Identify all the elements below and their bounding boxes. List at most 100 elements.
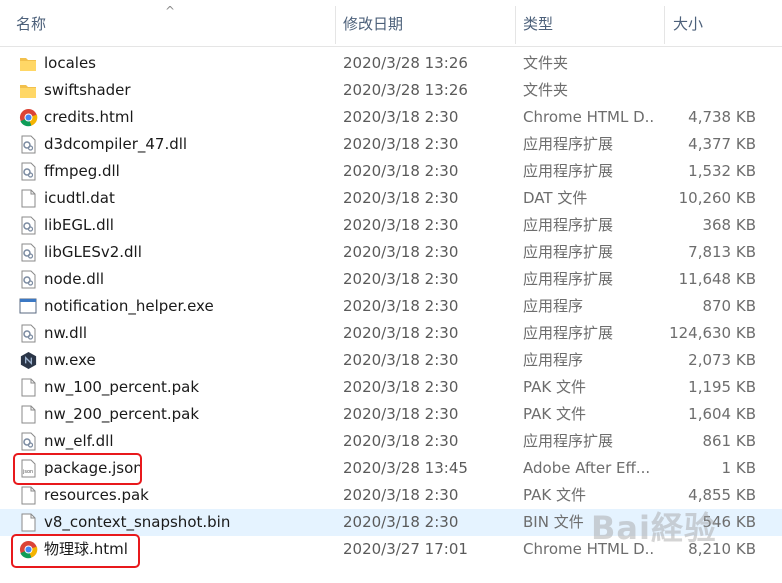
dll-icon [19, 270, 37, 289]
dll-icon [19, 216, 37, 235]
file-date: 2020/3/18 2:30 [343, 108, 459, 126]
file-type: DAT 文件 [523, 189, 588, 207]
file-icon [19, 405, 37, 424]
file-name: nw.exe [44, 351, 96, 369]
file-list: locales 2020/3/28 13:26 文件夹 swiftshader 2020… [0, 50, 782, 563]
file-date: 2020/3/18 2:30 [343, 405, 459, 423]
file-name: nw.dll [44, 324, 88, 342]
file-row[interactable]: notification_helper.exe 2020/3/18 2:30 应用程… [0, 293, 782, 320]
file-icon [19, 189, 37, 208]
file-date: 2020/3/28 13:45 [343, 459, 468, 477]
file-row[interactable]: swiftshader 2020/3/28 13:26 文件夹 [0, 77, 782, 104]
file-name: credits.html [44, 108, 134, 126]
file-row[interactable]: libGLESv2.dll 2020/3/18 2:30 应用程序扩展 7,813 K… [0, 239, 782, 266]
file-date: 2020/3/18 2:30 [343, 513, 459, 531]
file-row[interactable]: ffmpeg.dll 2020/3/18 2:30 应用程序扩展 1,532 KB [0, 158, 782, 185]
file-type: Adobe After Eff... [523, 459, 651, 477]
file-type: 应用程序扩展 [523, 216, 614, 234]
file-row[interactable]: d3dcompiler_47.dll 2020/3/18 2:30 应用程序扩展 4,… [0, 131, 782, 158]
file-row[interactable]: nw_elf.dll 2020/3/18 2:30 应用程序扩展 861 KB [0, 428, 782, 455]
file-type: 应用程序扩展 [523, 135, 614, 153]
file-name: nw_100_percent.pak [44, 378, 200, 396]
file-date: 2020/3/18 2:30 [343, 324, 459, 342]
dll-icon [19, 432, 37, 451]
file-name: libGLESv2.dll [44, 243, 142, 261]
file-size: 1,532 KB [688, 162, 756, 180]
file-row[interactable]: locales 2020/3/28 13:26 文件夹 [0, 50, 782, 77]
file-row[interactable]: nw_100_percent.pak 2020/3/18 2:30 PAK 文件 1,… [0, 374, 782, 401]
file-row[interactable]: nw.exe 2020/3/18 2:30 应用程序 2,073 KB [0, 347, 782, 374]
dll-icon [19, 324, 37, 343]
file-date: 2020/3/18 2:30 [343, 270, 459, 288]
file-size: 7,813 KB [688, 243, 756, 261]
file-size: 870 KB [702, 297, 756, 315]
file-size: 2,073 KB [688, 351, 756, 369]
file-date: 2020/3/18 2:30 [343, 486, 459, 504]
file-type: 应用程序扩展 [523, 432, 614, 450]
file-type: PAK 文件 [523, 405, 586, 423]
column-size-header[interactable]: 大小 [661, 0, 771, 46]
exe-icon [19, 297, 37, 316]
file-name: icudtl.dat [44, 189, 115, 207]
file-date: 2020/3/18 2:30 [343, 432, 459, 450]
file-row[interactable]: libEGL.dll 2020/3/18 2:30 应用程序扩展 368 KB [0, 212, 782, 239]
file-row[interactable]: nw.dll 2020/3/18 2:30 应用程序扩展 124,630 KB [0, 320, 782, 347]
file-name: libEGL.dll [44, 216, 114, 234]
watermark: Bai経验 [591, 509, 717, 547]
file-row[interactable]: nw_200_percent.pak 2020/3/18 2:30 PAK 文件 1,… [0, 401, 782, 428]
file-name: notification_helper.exe [44, 297, 214, 315]
file-date: 2020/3/18 2:30 [343, 189, 459, 207]
file-name: v8_context_snapshot.bin [44, 513, 231, 531]
highlight-box [11, 534, 140, 568]
column-header: ^ 名称 修改日期 类型 大小 [0, 0, 782, 47]
file-date: 2020/3/18 2:30 [343, 135, 459, 153]
file-icon [19, 378, 37, 397]
file-name: node.dll [44, 270, 105, 288]
file-size: 1 KB [721, 459, 756, 477]
column-type-header[interactable]: 类型 [511, 0, 661, 46]
file-type: 文件夹 [523, 81, 569, 99]
file-name: nw_200_percent.pak [44, 405, 200, 423]
column-date-header[interactable]: 修改日期 [331, 0, 511, 46]
file-size: 11,648 KB [678, 270, 756, 288]
file-type: 应用程序扩展 [523, 243, 614, 261]
file-size: 1,604 KB [688, 405, 756, 423]
column-name-header[interactable]: 名称 [4, 0, 334, 46]
file-name: resources.pak [44, 486, 149, 504]
file-type: Chrome HTML D... [523, 108, 655, 126]
file-row[interactable]: icudtl.dat 2020/3/18 2:30 DAT 文件 10,260 KB [0, 185, 782, 212]
highlight-box [13, 453, 142, 485]
file-type: 文件夹 [523, 54, 569, 72]
file-name: swiftshader [44, 81, 131, 99]
file-date: 2020/3/27 17:01 [343, 540, 468, 558]
file-name: ffmpeg.dll [44, 162, 120, 180]
file-size: 368 KB [702, 216, 756, 234]
file-icon [19, 513, 37, 532]
dll-icon [19, 135, 37, 154]
folder-icon [19, 81, 37, 100]
file-type: 应用程序 [523, 297, 584, 315]
file-row[interactable]: node.dll 2020/3/18 2:30 应用程序扩展 11,648 KB [0, 266, 782, 293]
file-type: PAK 文件 [523, 378, 586, 396]
folder-icon [19, 54, 37, 73]
file-size: 124,630 KB [669, 324, 756, 342]
file-row[interactable]: credits.html 2020/3/18 2:30 Chrome HTML D.… [0, 104, 782, 131]
file-icon [19, 486, 37, 505]
file-date: 2020/3/28 13:26 [343, 54, 468, 72]
dll-icon [19, 162, 37, 181]
file-date: 2020/3/28 13:26 [343, 81, 468, 99]
file-date: 2020/3/18 2:30 [343, 378, 459, 396]
file-size: 4,738 KB [688, 108, 756, 126]
file-type: 应用程序 [523, 351, 584, 369]
file-type: 应用程序扩展 [523, 324, 614, 342]
file-date: 2020/3/18 2:30 [343, 297, 459, 315]
file-name: d3dcompiler_47.dll [44, 135, 188, 153]
file-size: 861 KB [702, 432, 756, 450]
file-name: nw_elf.dll [44, 432, 114, 450]
dll-icon [19, 243, 37, 262]
file-size: 4,377 KB [688, 135, 756, 153]
file-date: 2020/3/18 2:30 [343, 351, 459, 369]
file-type: 应用程序扩展 [523, 162, 614, 180]
file-type: 应用程序扩展 [523, 270, 614, 288]
file-size: 1,195 KB [688, 378, 756, 396]
